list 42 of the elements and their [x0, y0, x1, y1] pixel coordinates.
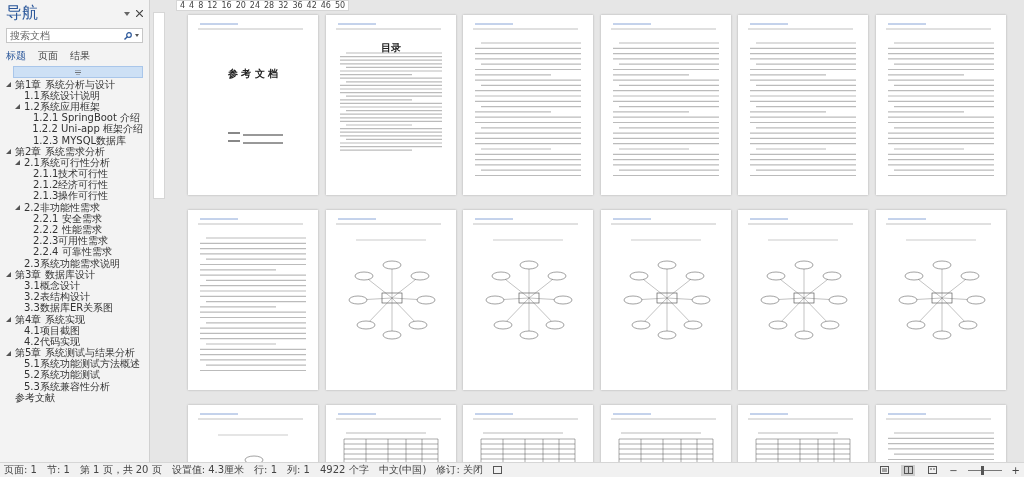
status-item[interactable]: 修订: 关闭 — [436, 463, 483, 477]
heading-item[interactable]: 2.1.3操作可行性 — [33, 189, 109, 204]
dropdown-caret-icon[interactable] — [135, 34, 139, 37]
page-title: 参 考 文 档 — [227, 67, 279, 81]
collapse-triangle-icon[interactable] — [6, 317, 11, 323]
document-page[interactable]: 参 考 文 档 — [188, 15, 318, 195]
collapse-triangle-icon[interactable] — [6, 350, 11, 356]
close-icon[interactable] — [136, 10, 143, 17]
heading-item[interactable]: 第4章 系统实现 — [15, 312, 85, 327]
heading-item[interactable]: 4.2代码实现 — [24, 334, 80, 349]
status-item[interactable]: 4922 个字 — [319, 463, 369, 477]
pane-title: 导航 — [6, 3, 38, 24]
status-item[interactable]: 行: 1 — [254, 463, 278, 477]
status-item[interactable]: 列: 1 — [287, 463, 310, 477]
collapse-triangle-icon[interactable] — [15, 205, 20, 211]
status-item[interactable]: 第 1 页，共 20 页 — [79, 463, 162, 477]
page-title: 目录 — [380, 41, 401, 55]
dropdown-caret-icon[interactable] — [124, 11, 130, 16]
pane-tab[interactable]: 页面 — [38, 49, 58, 63]
pane-tab[interactable]: 结果 — [70, 49, 90, 63]
pane-tab[interactable]: 标题 — [6, 49, 26, 63]
collapse-triangle-icon[interactable] — [6, 272, 11, 278]
view-button[interactable] — [877, 464, 892, 476]
status-item[interactable]: 页面: 1 — [4, 463, 37, 477]
status-item[interactable]: 设置值: 4.3厘米 — [171, 463, 245, 477]
heading-icon — [75, 69, 81, 75]
zoom-thumb[interactable] — [981, 465, 985, 475]
document-page[interactable]: 目录 — [325, 15, 456, 195]
status-item[interactable]: 节: 1 — [46, 463, 70, 477]
collapse-triangle-icon[interactable] — [6, 82, 11, 88]
search-field[interactable]: 搜索文档 — [6, 28, 143, 43]
search-icon[interactable] — [124, 31, 132, 40]
view-button[interactable] — [901, 464, 916, 476]
search-input[interactable]: 搜索文档 — [7, 29, 124, 42]
heading-item[interactable]: 2.2.1 安全需求 — [33, 211, 102, 226]
horizontal-ruler: 4 4 8 12 16 20 24 28 32 36 42 46 50 — [176, 0, 350, 11]
collapse-triangle-icon[interactable] — [15, 104, 20, 110]
view-button[interactable] — [925, 464, 940, 476]
status-item[interactable]: 中文(中国) — [378, 463, 427, 477]
zoom-in-button[interactable]: + — [1011, 464, 1020, 476]
zoom-out-button[interactable]: − — [949, 464, 958, 476]
macro-icon[interactable] — [492, 466, 502, 474]
